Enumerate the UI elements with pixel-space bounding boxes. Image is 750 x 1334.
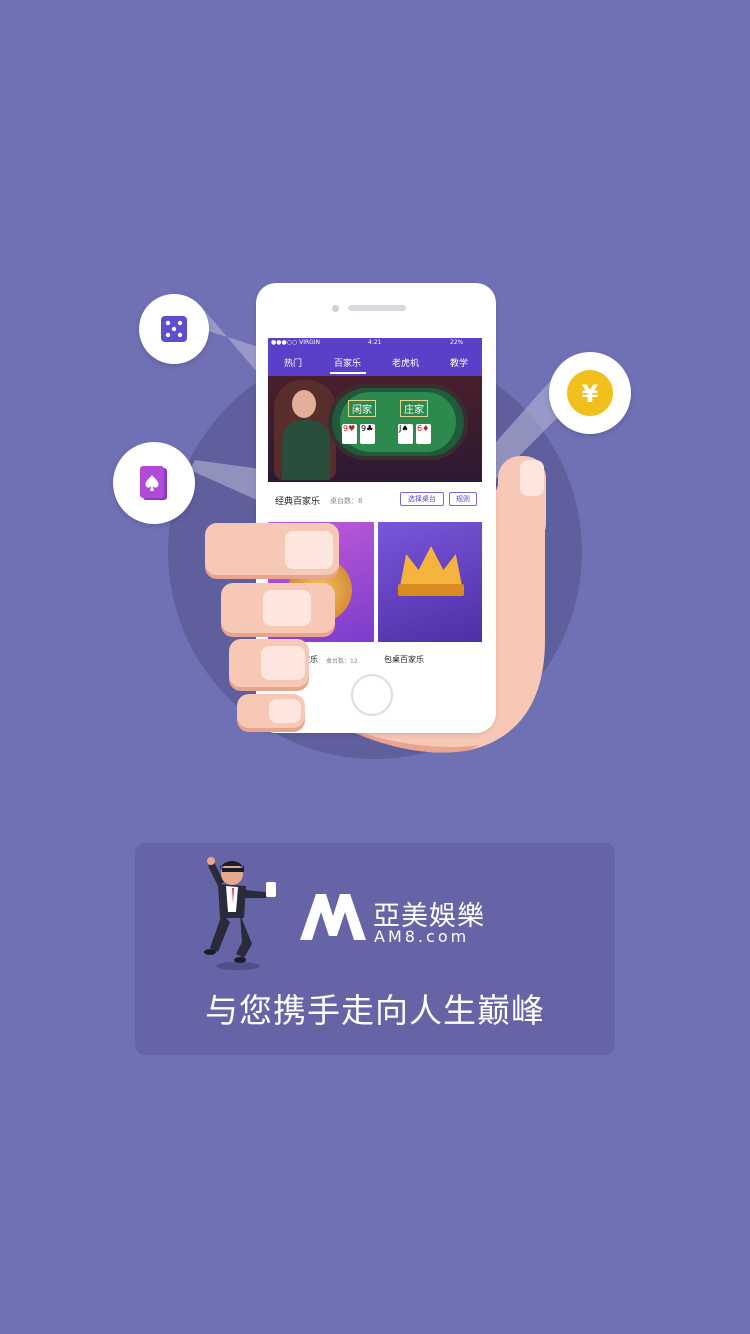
crown-image	[400, 546, 462, 586]
playing-card: J♠	[398, 424, 413, 444]
finger	[205, 523, 339, 575]
dealer-dress	[282, 420, 330, 480]
carrier-label: ●●●○○ VIRGIN	[271, 339, 321, 346]
select-table-button[interactable]: 选择桌台	[400, 492, 444, 506]
tile-count: 桌台数：12	[326, 658, 358, 665]
tab-tutorial[interactable]: 教学	[450, 356, 468, 369]
playing-card: 9♣	[360, 424, 375, 444]
brand-domain: AM8.com	[374, 927, 470, 946]
finger	[237, 694, 305, 728]
tab-indicator	[330, 372, 366, 374]
game-tile[interactable]	[378, 522, 482, 642]
rules-button[interactable]: 规则	[449, 492, 477, 506]
finger	[229, 639, 309, 687]
phone-speaker	[348, 305, 406, 311]
tab-baccarat[interactable]: 百家乐	[334, 356, 361, 369]
game-banner[interactable]: 闲家 庄家 9♥ 9♣ J♠ 6♦	[268, 376, 482, 482]
slogan-text: 与您携手走向人生巅峰	[205, 991, 545, 1030]
tab-hot[interactable]: 热门	[284, 356, 302, 369]
tab-slots[interactable]: 老虎机	[392, 356, 419, 369]
playing-card: 9♥	[342, 424, 357, 444]
battery-label: 22%	[450, 339, 464, 346]
tile-title: 包桌百家乐	[384, 655, 424, 664]
category-tabs: 热门 百家乐 老虎机 教学	[268, 348, 482, 376]
playing-card: 6♦	[416, 424, 431, 444]
table-count: 桌台数：8	[330, 497, 363, 505]
player-label: 闲家	[348, 400, 376, 417]
status-bar: ●●●○○ VIRGIN 4:21 22%	[268, 338, 482, 348]
status-time: 4:21	[368, 339, 382, 346]
finger	[221, 583, 335, 633]
home-button[interactable]	[351, 674, 393, 716]
phone-camera	[332, 305, 339, 312]
banker-label: 庄家	[400, 400, 428, 417]
logo-m-icon	[300, 894, 366, 940]
dealer-face	[292, 390, 316, 418]
game-info-row: 经典百家乐 桌台数：8 选择桌台 规则	[268, 482, 482, 522]
game-title: 经典百家乐	[275, 497, 321, 507]
mascot-icon	[204, 857, 276, 970]
crown-base	[398, 584, 464, 596]
